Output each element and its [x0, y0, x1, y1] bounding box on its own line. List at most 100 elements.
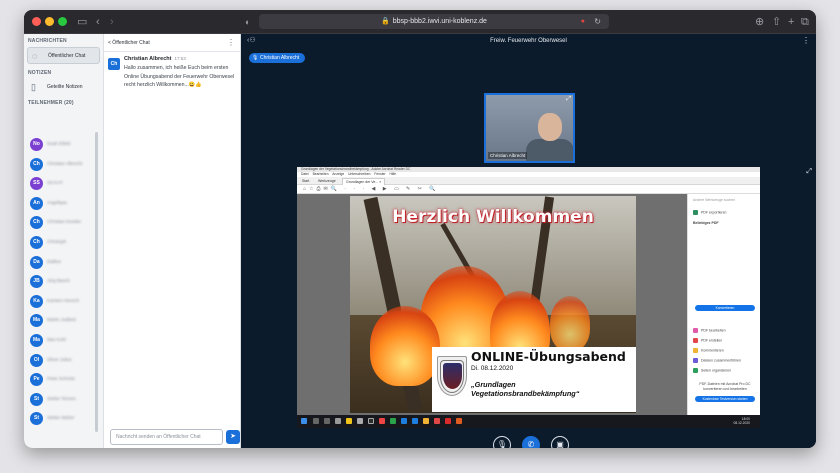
crest-seal — [443, 363, 462, 389]
tab-overview-icon[interactable]: ⧉ — [801, 14, 809, 30]
send-icon: ➤ — [230, 433, 236, 440]
create-pdf-icon — [693, 338, 698, 343]
chat-panel: < Öffentlicher Chat ⋮ Ch Christian Albre… — [104, 34, 241, 448]
webcam-button[interactable]: ▣ — [551, 436, 569, 448]
forward-icon[interactable]: › — [110, 14, 114, 30]
participant-item[interactable]: JB Jörg Bauch — [30, 275, 102, 289]
participant-name: Angelique — [47, 199, 68, 205]
participant-item[interactable]: Ol Oliver Julius — [30, 353, 102, 368]
slide-subtitle-line: „Grundlagen — [471, 380, 516, 389]
avatar: An — [30, 196, 43, 210]
sidebar-item-public-chat[interactable]: ◌ Öffentlicher Chat — [27, 47, 100, 64]
tool-label: Seiten organisieren — [701, 368, 732, 373]
tool-combine: Dateien zusammenführen — [693, 358, 741, 363]
zoom-window-button[interactable] — [58, 17, 67, 26]
notes-heading: NOTIZEN — [28, 70, 52, 76]
microphone-off-icon: 🎙 — [496, 440, 508, 448]
clock-date: 08.12.2020 — [733, 421, 750, 425]
participant-item[interactable]: St Stefan Weber — [30, 412, 102, 426]
participant-name: Christian Albrecht — [47, 160, 83, 166]
participant-name: Dalibor — [47, 258, 62, 264]
participant-item[interactable]: No Noah Eifeld — [30, 138, 102, 152]
participant-name: Christian Kessler — [47, 219, 82, 225]
slide-subtitle-line: Vegetationsbrandbekämpfung“ — [471, 389, 580, 398]
lock-icon: 🔒 — [381, 18, 390, 25]
browser-window: ▭ ‹ › ◐ 🔒 bbsp-bbb2.iwvi.uni-koblenz.de ●… — [24, 10, 816, 448]
share-icon[interactable]: ⇧ — [772, 14, 781, 30]
tool-search: Andere Werkzeuge suchen — [693, 198, 736, 202]
promo-text: PDF-Dateien mit Acrobat Pro DC konvertie… — [699, 382, 751, 391]
taskbar-app-icon — [456, 418, 462, 424]
avatar: St — [30, 392, 43, 406]
chat-input[interactable]: Nachricht senden an Öffentlicher Chat — [110, 429, 223, 445]
participant-item[interactable]: Ka Karsten Henrich — [30, 294, 102, 309]
close-window-button[interactable] — [32, 17, 41, 26]
author-name: Christian Albrecht — [124, 56, 172, 62]
recording-icon: ● — [580, 18, 585, 25]
participant-item[interactable]: Ma Martin Jodlack — [30, 314, 102, 328]
participant-name: Oliver Julius — [47, 356, 72, 362]
participant-item[interactable]: SS SS-KAT — [30, 177, 102, 191]
slide-info-box: ONLINE-Übungsabend Di. 08.12.2020 „Grund… — [432, 347, 636, 412]
edit-pdf-icon — [693, 328, 698, 333]
more-options-icon[interactable]: ⋮ — [227, 34, 235, 52]
windows-taskbar: 18:00 08.12.2020 — [297, 415, 760, 428]
participant-name: Noah Eifeld — [47, 141, 71, 146]
export-pdf-icon — [693, 210, 698, 215]
participant-name: Stefan Tennes — [47, 395, 76, 401]
participant-item[interactable]: St Stefan Tennes — [30, 392, 102, 407]
sidebar-item-shared-notes[interactable]: ▯ Geteilte Notizen — [27, 79, 100, 96]
participant-item[interactable]: An Angelique — [30, 196, 102, 211]
tool-label: PDF exportieren — [701, 210, 727, 215]
sidebar-toggle-icon[interactable]: ▭ — [77, 14, 87, 30]
back-icon[interactable]: ‹ — [96, 14, 100, 30]
participant-item[interactable]: Ch Christian Albrecht — [30, 157, 102, 172]
mute-button[interactable]: 🎙 — [493, 436, 511, 448]
sidebar-item-label: Öffentlicher Chat — [48, 53, 86, 59]
message-line: Hallo zusammen, ich heiße Euch beim erst… — [124, 65, 229, 71]
new-tab-icon[interactable]: + — [788, 14, 794, 30]
send-button[interactable]: ➤ — [226, 430, 240, 444]
tool-export-pdf: PDF exportieren — [693, 210, 726, 215]
fire — [370, 306, 440, 386]
tool-comment: Kommentieren — [693, 348, 724, 353]
avatar: Ma — [30, 334, 43, 347]
download-icon[interactable]: ⊕ — [755, 14, 764, 30]
messages-heading: NACHRICHTEN — [28, 38, 67, 44]
address-bar[interactable]: 🔒 bbsp-bbb2.iwvi.uni-koblenz.de ● ↻ — [259, 14, 609, 29]
webcam-video[interactable]: ⤢ Christian Albrecht — [484, 93, 575, 163]
left-sidebar: NACHRICHTEN ◌ Öffentlicher Chat NOTIZEN ▯… — [24, 34, 104, 448]
taskbar-app-icon — [357, 418, 363, 424]
taskbar-app-icon — [390, 418, 396, 424]
tool-label: PDF bearbeiten — [701, 328, 726, 333]
tool-label: Dateien zusammenführen — [701, 358, 742, 363]
fullscreen-icon[interactable]: ⤢ — [806, 168, 812, 176]
participant-item[interactable]: Da Dalibor — [30, 255, 102, 270]
participant-scrollbar[interactable] — [95, 132, 98, 432]
avatar: St — [30, 412, 43, 426]
options-menu-icon[interactable]: ⋮ — [802, 36, 810, 45]
expand-icon[interactable]: ⤢ — [566, 96, 571, 103]
participant-item[interactable]: Ch Christian Kessler — [30, 216, 102, 230]
message-line: recht herzlich Willkommen...😀👍 — [124, 82, 202, 88]
participant-item[interactable]: Ma Max Kohl — [30, 334, 102, 348]
leave-audio-button[interactable]: ✆ — [522, 436, 540, 448]
comment-icon — [693, 348, 698, 353]
avatar: Ch — [108, 58, 120, 70]
media-controls: 🎙 ✆ ▣ — [493, 436, 571, 448]
chat-icon: ◌ — [32, 51, 38, 61]
privacy-shield-icon[interactable]: ◐ — [245, 14, 250, 30]
tool-label: PDF erstellen — [701, 338, 723, 343]
main-area: ‹⚇ Freiw. Feuerwehr Oberwesel ⋮ 🎙 Christi… — [241, 34, 816, 448]
avatar: Ka — [30, 294, 43, 308]
reload-icon[interactable]: ↻ — [594, 14, 601, 29]
minimize-window-button[interactable] — [45, 17, 54, 26]
avatar: Ma — [30, 314, 43, 328]
participant-item[interactable]: Ch Christoph — [30, 236, 102, 250]
chat-back-link[interactable]: < Öffentlicher Chat — [108, 40, 150, 46]
chat-header: < Öffentlicher Chat ⋮ — [104, 34, 241, 52]
tool-edit-pdf: PDF bearbeiten — [693, 328, 726, 333]
meeting-title: Freiw. Feuerwehr Oberwesel — [490, 38, 567, 44]
video-person-head — [538, 113, 562, 141]
participant-item[interactable]: Pe Peter Schmitz — [30, 373, 102, 387]
